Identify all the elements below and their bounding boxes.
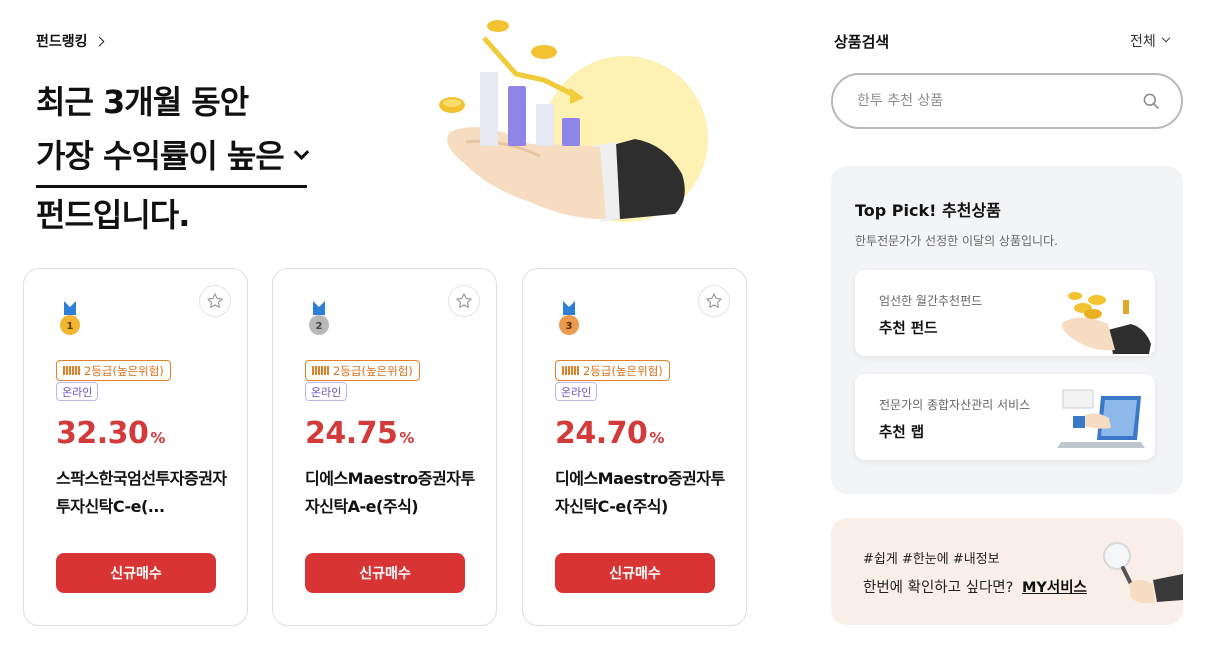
svg-text:1: 1 xyxy=(67,321,74,332)
risk-level-bars-icon xyxy=(312,366,329,375)
item-title-bold: 랩 xyxy=(910,425,925,441)
search-filter-dropdown[interactable]: 전체 xyxy=(1130,31,1171,51)
product-search-title: 상품검색 xyxy=(834,33,890,51)
chevron-down-icon xyxy=(1161,33,1171,43)
favorite-button[interactable] xyxy=(448,285,480,317)
risk-grade-label: 2등급(높은위험) xyxy=(333,363,413,378)
item-title-prefix: 추천 xyxy=(879,425,911,441)
medal-silver-icon: 2 xyxy=(309,301,329,335)
medal-bronze-icon: 3 xyxy=(559,301,579,335)
my-service-text: 한번에 확인하고 싶다면? MY서비스 xyxy=(863,576,1087,597)
return-rate: 24.75% xyxy=(305,416,414,451)
star-icon xyxy=(456,293,472,308)
risk-grade-label: 2등급(높은위험) xyxy=(583,363,663,378)
fund-name[interactable]: 디에스Maestro증권자투자신탁A-e(주식) xyxy=(305,465,477,521)
return-rate-unit: % xyxy=(150,429,165,447)
new-purchase-button[interactable]: 신규매수 xyxy=(555,553,715,593)
svg-text:3: 3 xyxy=(566,321,573,332)
recommended-wrap-item[interactable]: 전문가의 종합자산관리 서비스 추천 랩 xyxy=(855,374,1155,460)
risk-level-bars-icon xyxy=(562,366,579,375)
recommended-fund-item[interactable]: 엄선한 월간추천펀드 추천 펀드 xyxy=(855,270,1155,356)
search-box xyxy=(831,73,1183,129)
search-filter-label: 전체 xyxy=(1130,34,1156,50)
fund-card[interactable]: 1 2등급(높은위험) 온라인 32.30% 스팍스한국엄선투자증권자투자신탁C… xyxy=(23,268,248,626)
new-purchase-button[interactable]: 신규매수 xyxy=(305,553,465,593)
fund-ranking-link[interactable]: 펀드랭킹 xyxy=(36,31,104,51)
chevron-down-icon xyxy=(293,143,310,160)
return-rate-value: 24.75 xyxy=(305,416,398,451)
item-title: 추천 랩 xyxy=(879,421,924,442)
my-service-banner[interactable]: #쉽게 #한눈에 #내정보 한번에 확인하고 싶다면? MY서비스 xyxy=(831,518,1183,625)
risk-grade-badge: 2등급(높은위험) xyxy=(555,360,670,381)
return-rate-value: 24.70 xyxy=(555,416,648,451)
top-pick-description: 한투전문가가 선정한 이달의 상품입니다. xyxy=(855,234,1058,248)
headline-line-3: 펀드입니다. xyxy=(36,196,190,234)
channel-badge: 온라인 xyxy=(305,382,348,401)
top-pick-title: Top Pick! 추천상품 xyxy=(855,201,1001,220)
return-rate: 32.30% xyxy=(56,416,165,451)
hand-chart-coins-illustration xyxy=(439,20,708,222)
item-title-bold: 펀드 xyxy=(910,321,938,337)
top-pick-panel: Top Pick! 추천상품 한투전문가가 선정한 이달의 상품입니다. 엄선한… xyxy=(831,166,1183,494)
fund-name[interactable]: 디에스Maestro증권자투자신탁C-e(주식) xyxy=(555,465,727,521)
item-subtitle: 전문가의 종합자산관리 서비스 xyxy=(879,398,1031,412)
coins-hand-illustration xyxy=(1062,292,1151,354)
item-title-prefix: 추천 xyxy=(879,321,911,337)
my-service-tags: #쉽게 #한눈에 #내정보 xyxy=(863,552,1000,567)
search-icon[interactable] xyxy=(1141,91,1161,111)
new-purchase-button[interactable]: 신규매수 xyxy=(56,553,216,593)
fund-ranking-label: 펀드랭킹 xyxy=(36,34,88,50)
return-rate: 24.70% xyxy=(555,416,664,451)
favorite-button[interactable] xyxy=(199,285,231,317)
channel-badge: 온라인 xyxy=(555,382,598,401)
medal-gold-icon: 1 xyxy=(60,301,80,335)
my-service-link[interactable]: MY서비스 xyxy=(1022,580,1087,596)
return-criteria-label: 가장 수익률이 높은 xyxy=(36,137,285,175)
search-input[interactable] xyxy=(857,93,1141,109)
risk-level-bars-icon xyxy=(63,366,80,375)
fund-card[interactable]: 2 2등급(높은위험) 온라인 24.75% 디에스Maestro증권자투자신탁… xyxy=(272,268,497,626)
risk-grade-badge: 2등급(높은위험) xyxy=(305,360,420,381)
star-icon xyxy=(207,293,223,308)
my-service-question: 한번에 확인하고 싶다면? xyxy=(863,580,1014,596)
fund-name[interactable]: 스팍스한국엄선투자증권자투자신탁C-e(... xyxy=(56,465,228,521)
ranking-headline: 최근 3개월 동안 가장 수익률이 높은 펀드입니다. xyxy=(36,75,310,242)
headline-line-1: 최근 3개월 동안 xyxy=(36,83,249,121)
svg-text:2: 2 xyxy=(316,321,323,332)
item-title: 추천 펀드 xyxy=(879,317,937,338)
laptop-hand-illustration xyxy=(1057,389,1145,448)
item-subtitle: 엄선한 월간추천펀드 xyxy=(879,294,983,308)
return-rate-value: 32.30 xyxy=(56,416,149,451)
return-rate-unit: % xyxy=(399,429,414,447)
return-rate-unit: % xyxy=(649,429,664,447)
return-criteria-selector[interactable]: 가장 수익률이 높은 xyxy=(36,129,310,188)
magnifier-hand-illustration xyxy=(1103,542,1183,604)
fund-card[interactable]: 3 2등급(높은위험) 온라인 24.70% 디에스Maestro증권자투자신탁… xyxy=(522,268,747,626)
risk-grade-label: 2등급(높은위험) xyxy=(84,363,164,378)
channel-badge: 온라인 xyxy=(56,382,99,401)
favorite-button[interactable] xyxy=(698,285,730,317)
risk-grade-badge: 2등급(높은위험) xyxy=(56,360,171,381)
star-icon xyxy=(706,293,722,308)
chevron-right-icon xyxy=(94,36,104,46)
